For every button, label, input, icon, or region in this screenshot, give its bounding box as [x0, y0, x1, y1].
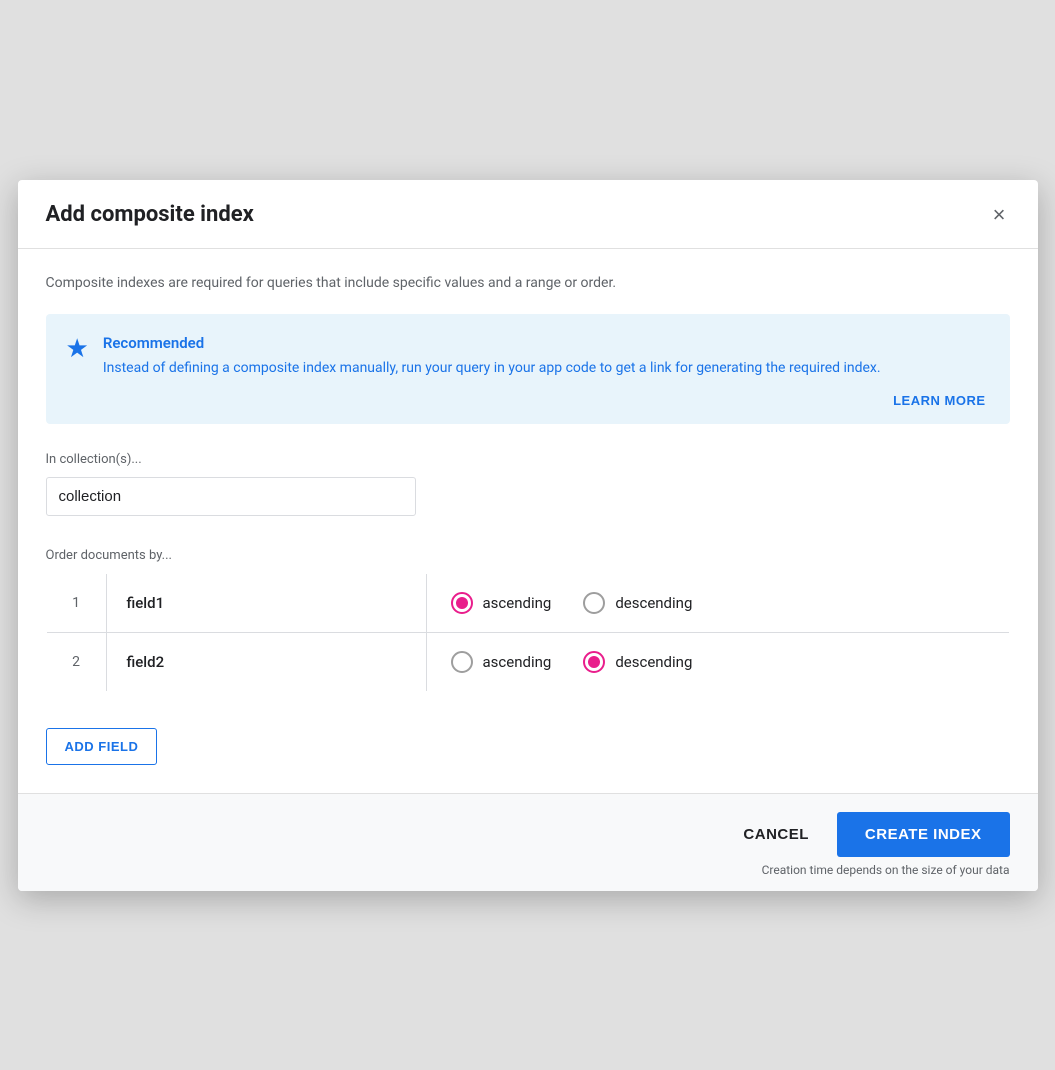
ascending-option-2[interactable]: ascending [451, 651, 552, 673]
star-icon: ★ [66, 336, 89, 362]
descending-option-2[interactable]: descending [583, 651, 692, 673]
row-number: 2 [46, 632, 106, 691]
row-options: ascending descending [427, 633, 1009, 691]
row-options: ascending descending [427, 574, 1009, 632]
dialog-header: Add composite index × [18, 180, 1038, 249]
order-section: Order documents by... 1 field1 ascending [46, 548, 1010, 692]
table-row: 2 field2 ascending descending [46, 632, 1009, 691]
learn-more-button[interactable]: LEARN MORE [893, 393, 985, 408]
dialog-title: Add composite index [46, 202, 254, 227]
table-row: 1 field1 ascending descending [46, 573, 1009, 632]
footer-note: Creation time depends on the size of you… [762, 863, 1010, 877]
rec-content: Recommended Instead of defining a compos… [103, 334, 881, 379]
add-composite-index-dialog: Add composite index × Composite indexes … [18, 180, 1038, 891]
cancel-button[interactable]: CANCEL [719, 812, 833, 857]
recommendation-box: ★ Recommended Instead of defining a comp… [46, 314, 1010, 424]
description-text: Composite indexes are required for queri… [46, 273, 1010, 294]
descending-radio-1[interactable] [583, 592, 605, 614]
ascending-option-1[interactable]: ascending [451, 592, 552, 614]
ascending-radio-2[interactable] [451, 651, 473, 673]
descending-label: descending [615, 594, 692, 612]
row-field: field2 [106, 632, 426, 691]
row-number: 1 [46, 573, 106, 632]
close-button[interactable]: × [989, 200, 1010, 230]
collection-input[interactable] [46, 477, 416, 516]
ascending-label: ascending [483, 594, 552, 612]
ascending-radio-1[interactable] [451, 592, 473, 614]
create-index-button[interactable]: CREATE INDEX [837, 812, 1010, 857]
footer-buttons: CANCEL CREATE INDEX [719, 812, 1009, 857]
rec-title: Recommended [103, 334, 881, 352]
rec-row: ★ Recommended Instead of defining a comp… [66, 334, 986, 379]
add-field-button[interactable]: ADD FIELD [46, 728, 158, 765]
learn-more-row: LEARN MORE [66, 393, 986, 408]
descending-option-1[interactable]: descending [583, 592, 692, 614]
descending-label: descending [615, 653, 692, 671]
row-field: field1 [106, 573, 426, 632]
descending-radio-2[interactable] [583, 651, 605, 673]
order-table: 1 field1 ascending descending [46, 573, 1010, 692]
order-section-label: Order documents by... [46, 548, 1010, 563]
ascending-label: ascending [483, 653, 552, 671]
collection-label: In collection(s)... [46, 452, 1010, 467]
dialog-body: Composite indexes are required for queri… [18, 249, 1038, 793]
rec-text: Instead of defining a composite index ma… [103, 358, 881, 379]
dialog-footer: CANCEL CREATE INDEX Creation time depend… [18, 793, 1038, 891]
